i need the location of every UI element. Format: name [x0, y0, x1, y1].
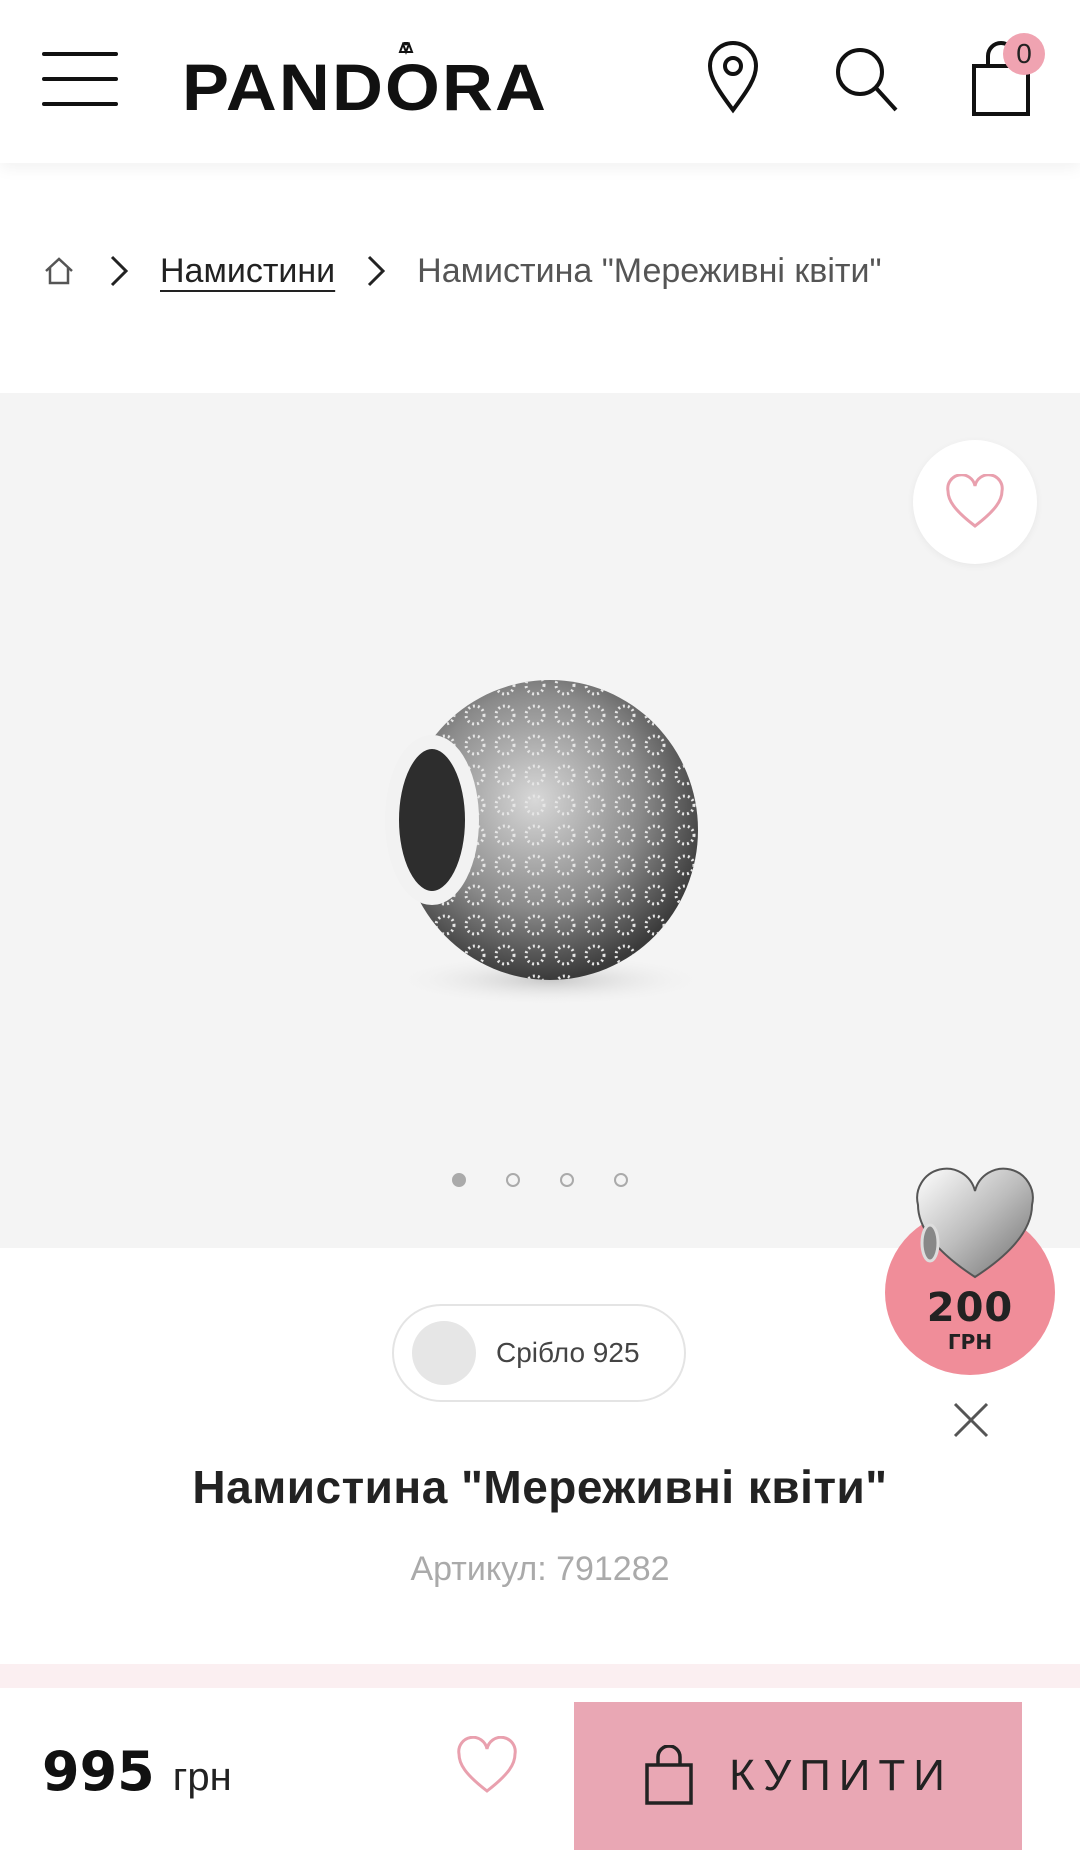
- gallery-dot-2[interactable]: [506, 1173, 520, 1187]
- product-title: Намистина "Мереживні квіти": [192, 1461, 888, 1513]
- material-label: Срібло 925: [496, 1337, 640, 1368]
- search-icon[interactable]: [830, 38, 900, 118]
- promo-amount: 200: [926, 1285, 1014, 1331]
- material-selector[interactable]: Срібло 925: [392, 1304, 686, 1402]
- chevron-right-icon: [368, 255, 386, 287]
- home-icon[interactable]: [42, 254, 76, 288]
- gallery-pagination: [452, 1173, 628, 1187]
- gallery-dot-3[interactable]: [560, 1173, 574, 1187]
- price-currency: грн: [172, 1755, 232, 1799]
- promo-currency: ГРН: [947, 1330, 993, 1354]
- menu-icon[interactable]: [42, 52, 118, 106]
- pandora-logo[interactable]: PANDORA: [182, 42, 548, 122]
- add-to-wishlist-button[interactable]: [913, 440, 1037, 564]
- gallery-dot-4[interactable]: [614, 1173, 628, 1187]
- material-swatch: [412, 1321, 476, 1385]
- chevron-right-icon: [110, 255, 129, 287]
- product-image[interactable]: [370, 670, 730, 1010]
- product-price: 995 грн: [42, 1740, 232, 1803]
- section-divider: [0, 1664, 1080, 1688]
- heart-icon: [946, 474, 1004, 528]
- buy-button-label: КУПИТИ: [729, 1751, 953, 1800]
- site-header: PANDORA 0: [0, 0, 1080, 163]
- price-value: 995: [42, 1740, 155, 1803]
- close-icon[interactable]: [951, 1400, 991, 1440]
- cart-count-badge: 0: [1003, 33, 1045, 75]
- location-pin-icon[interactable]: [698, 38, 768, 118]
- shopping-bag-icon: [645, 1745, 693, 1805]
- heart-icon[interactable]: [455, 1736, 519, 1796]
- svg-text:PANDORA: PANDORA: [182, 50, 548, 122]
- gallery-dot-1[interactable]: [452, 1173, 466, 1187]
- buy-button[interactable]: КУПИТИ: [574, 1702, 1022, 1850]
- breadcrumb: Намистини Намистина "Мереживні квіти": [42, 246, 882, 296]
- promo-sticker[interactable]: 200 ГРН: [885, 1165, 1055, 1375]
- breadcrumb-current: Намистина "Мереживні квіти": [417, 251, 882, 290]
- breadcrumb-category-link[interactable]: Намистини: [160, 252, 335, 291]
- product-sku: Артикул: 791282: [410, 1550, 670, 1588]
- heart-charm-icon: [916, 1167, 1034, 1279]
